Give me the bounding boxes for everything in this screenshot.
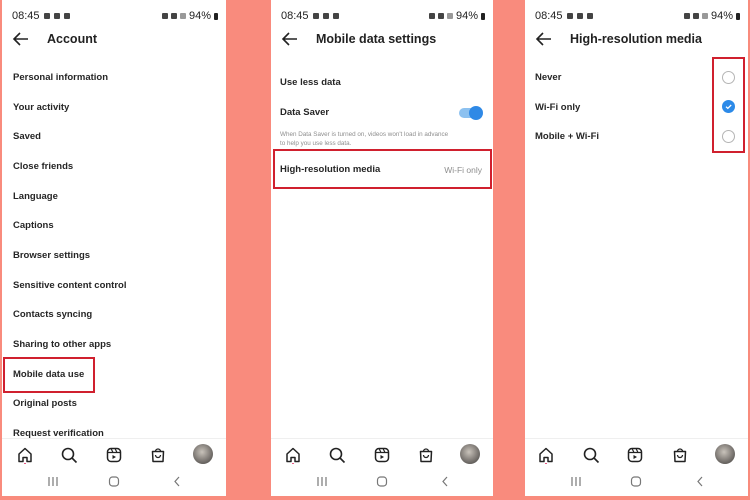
wifi-icon [701, 13, 708, 19]
system-nav-bar [525, 470, 748, 494]
notification-icon [312, 13, 319, 19]
profile-avatar[interactable] [460, 444, 480, 464]
option-mobile-wifi-label[interactable]: Mobile + Wi-Fi [535, 131, 599, 142]
gallery-icon [63, 13, 70, 19]
system-nav-bar [271, 470, 493, 494]
alarm-icon [683, 13, 690, 19]
data-saver-description: When Data Saver is turned on, videos won… [280, 130, 448, 148]
list-item-captions[interactable]: Captions [13, 220, 54, 231]
mute-icon [692, 13, 699, 19]
search-icon[interactable] [328, 446, 346, 464]
gallery-icon [332, 13, 339, 19]
page-title: Account [47, 32, 97, 46]
battery-percent: 94% [188, 10, 211, 22]
page-title: High-resolution media [570, 32, 702, 46]
mute-icon [170, 13, 177, 19]
header: Mobile data settings [271, 28, 493, 50]
reels-icon[interactable] [626, 446, 644, 464]
option-never-label[interactable]: Never [535, 72, 561, 83]
recent-apps-icon[interactable] [47, 476, 59, 487]
list-item-sharing-to-other-apps[interactable]: Sharing to other apps [13, 339, 111, 350]
alarm-icon [161, 13, 168, 19]
high-resolution-media-screen: 08:45 94% High-resolution media Never Wi… [525, 0, 748, 496]
shop-icon[interactable] [671, 446, 689, 464]
battery-percent: 94% [455, 10, 478, 22]
alarm-icon [428, 13, 435, 19]
reels-icon[interactable] [373, 446, 391, 464]
recent-apps-icon[interactable] [316, 476, 328, 487]
toggle-knob [469, 106, 483, 120]
list-item-sensitive-content-control[interactable]: Sensitive content control [13, 280, 127, 291]
shop-icon[interactable] [417, 446, 435, 464]
reels-icon[interactable] [105, 446, 123, 464]
home-icon[interactable] [537, 446, 555, 464]
home-button-icon[interactable] [108, 476, 120, 487]
back-arrow-icon[interactable] [535, 31, 553, 47]
status-bar: 08:45 94% [281, 9, 485, 23]
mute-icon [437, 13, 444, 19]
wifi-icon [446, 13, 453, 19]
page-title: Mobile data settings [316, 32, 437, 46]
description-line: When Data Saver is turned on, videos won… [280, 131, 449, 138]
shop-icon[interactable] [149, 446, 167, 464]
mobile-data-settings-screen: 08:45 94% Mobile data settings Use less … [271, 0, 493, 496]
back-button-icon[interactable] [695, 476, 705, 487]
list-item-original-posts[interactable]: Original posts [13, 398, 77, 409]
back-button-icon[interactable] [440, 476, 450, 487]
bottom-nav [2, 438, 226, 469]
data-saver-label: Data Saver [280, 107, 330, 118]
status-time: 08:45 [281, 10, 309, 22]
list-item-language[interactable]: Language [13, 191, 58, 202]
header: High-resolution media [525, 28, 748, 50]
description-line: to help you use less data. [280, 140, 352, 147]
status-bar: 08:45 94% [12, 9, 218, 23]
status-time: 08:45 [12, 10, 40, 22]
battery-percent: 94% [710, 10, 733, 22]
option-wifi-only-label[interactable]: Wi-Fi only [535, 102, 580, 113]
home-button-icon[interactable] [376, 476, 388, 487]
notification-icon [576, 13, 583, 19]
account-screen: 08:45 94% Account Personal information Y… [2, 0, 226, 496]
bottom-nav [271, 438, 493, 469]
status-time: 08:45 [535, 10, 563, 22]
header: Account [2, 28, 226, 50]
status-bar: 08:45 94% [535, 9, 740, 23]
profile-avatar[interactable] [715, 444, 735, 464]
list-item-contacts-syncing[interactable]: Contacts syncing [13, 309, 92, 320]
notification-icon [53, 13, 60, 19]
data-saver-toggle[interactable] [459, 106, 483, 120]
back-button-icon[interactable] [172, 476, 182, 487]
notification-icon [322, 13, 329, 19]
home-icon[interactable] [284, 446, 302, 464]
list-item-close-friends[interactable]: Close friends [13, 161, 73, 172]
list-item-personal-information[interactable]: Personal information [13, 72, 108, 83]
search-icon[interactable] [582, 446, 600, 464]
recent-apps-icon[interactable] [570, 476, 582, 487]
wifi-icon [179, 13, 186, 19]
home-icon[interactable] [16, 446, 34, 464]
battery-icon [214, 12, 218, 20]
list-item-your-activity[interactable]: Your activity [13, 102, 69, 113]
back-arrow-icon[interactable] [281, 31, 299, 47]
search-icon[interactable] [60, 446, 78, 464]
list-item-browser-settings[interactable]: Browser settings [13, 250, 90, 261]
home-button-icon[interactable] [630, 476, 642, 487]
list-item-saved[interactable]: Saved [13, 131, 41, 142]
battery-icon [481, 12, 485, 20]
section-label-use-less-data: Use less data [280, 77, 341, 88]
back-arrow-icon[interactable] [12, 31, 30, 47]
highlight-box [273, 149, 492, 189]
bottom-nav [525, 438, 748, 469]
battery-icon [736, 12, 740, 20]
highlight-box [3, 357, 95, 393]
profile-avatar[interactable] [193, 444, 213, 464]
gallery-icon [586, 13, 593, 19]
notification-icon [43, 13, 50, 19]
system-nav-bar [2, 470, 226, 494]
notification-icon [566, 13, 573, 19]
highlight-box [712, 57, 745, 153]
